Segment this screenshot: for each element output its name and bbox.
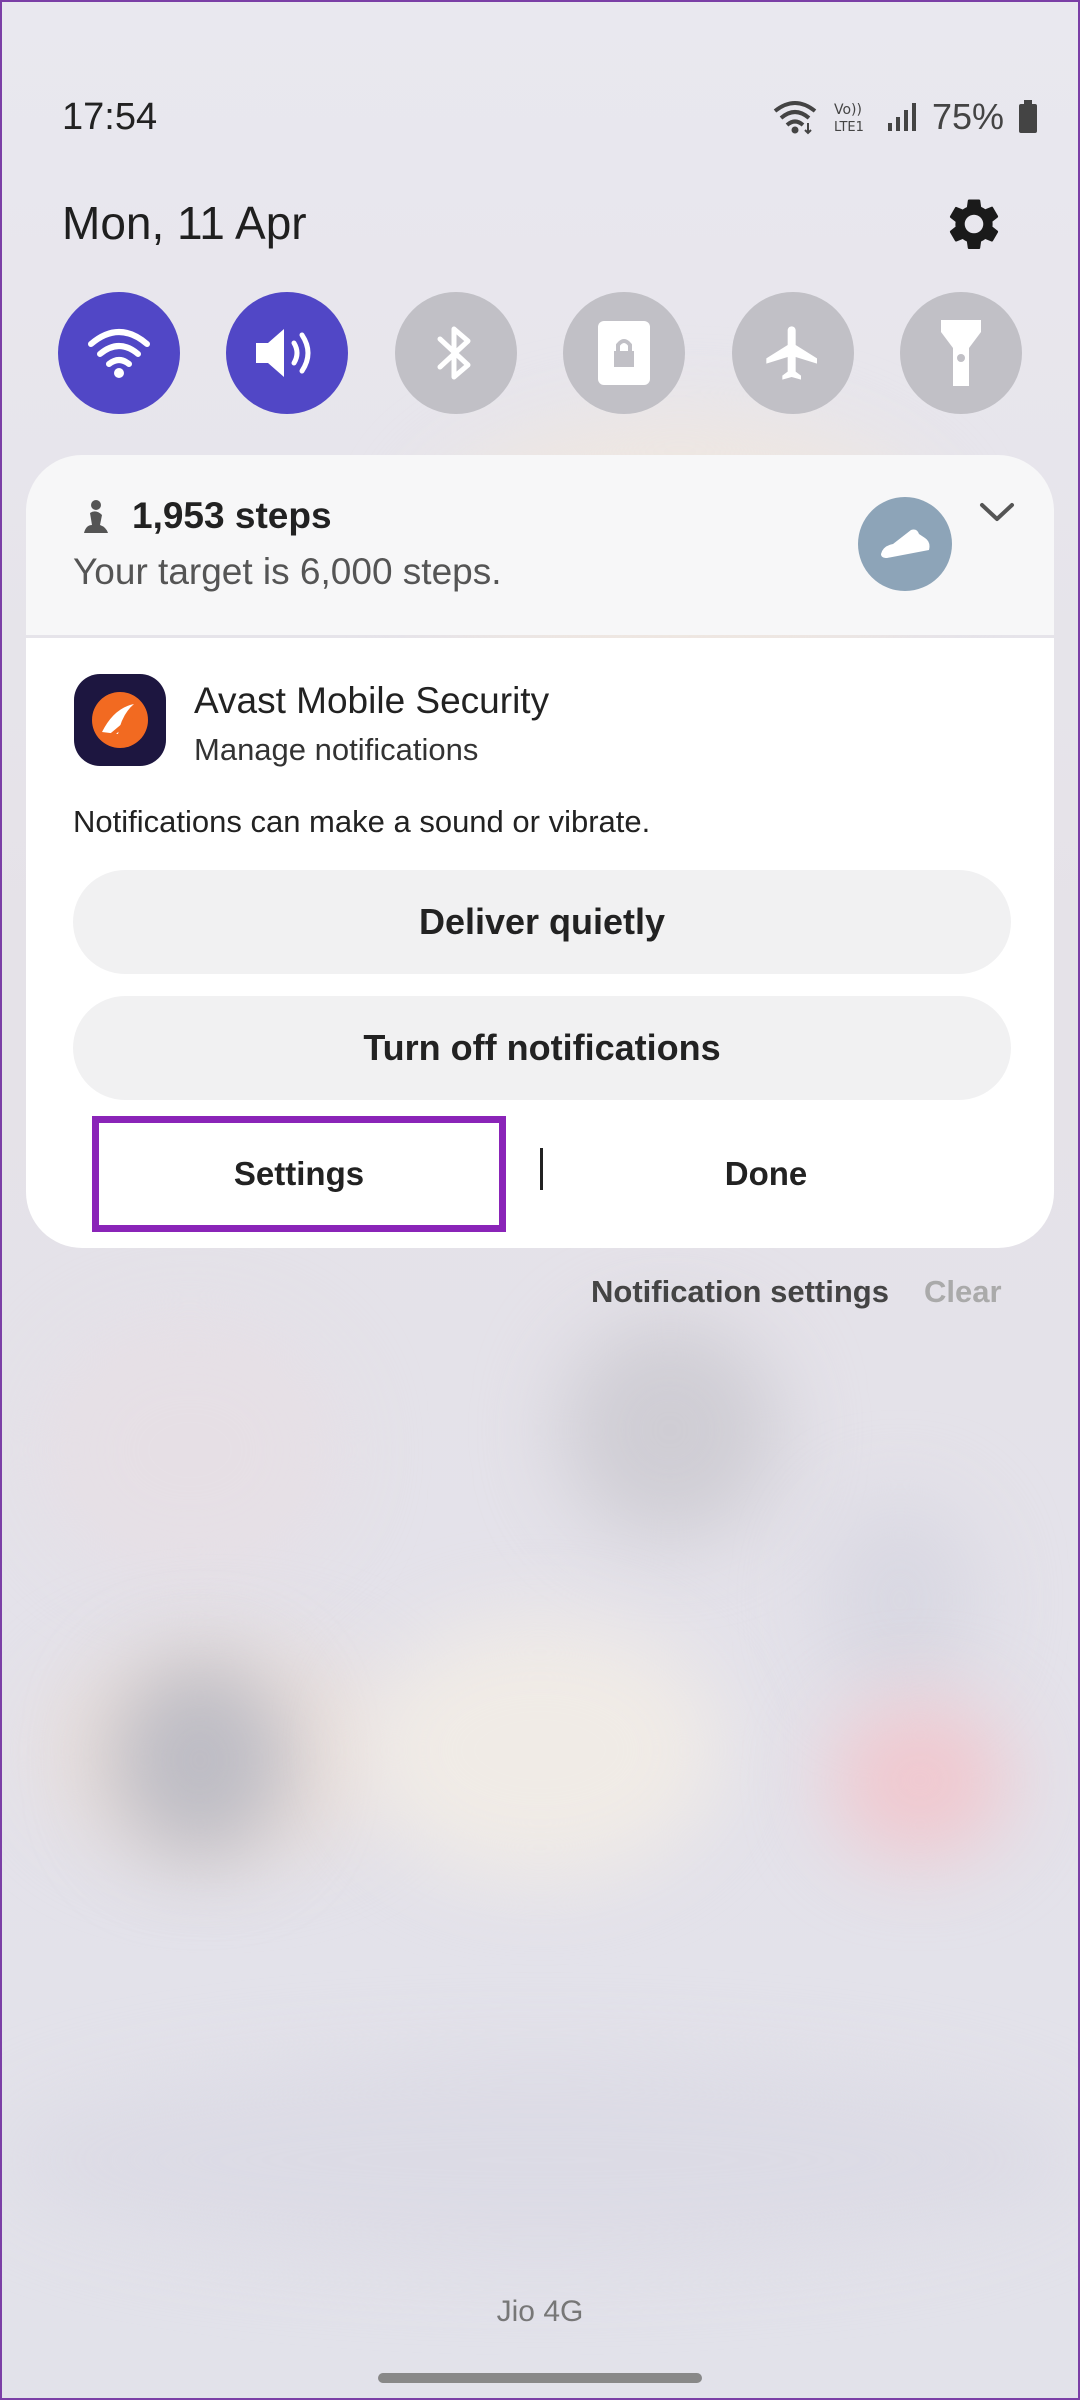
wifi-toggle[interactable] [58,292,180,414]
notification-settings-link[interactable]: Notification settings [591,1274,889,1310]
chevron-down-icon[interactable] [976,497,1018,527]
app-notification-controls: Avast Mobile Security Manage notificatio… [26,638,1054,1248]
wifi-signal-icon [773,101,817,135]
settings-gear-icon[interactable] [943,193,1005,255]
deliver-quietly-button[interactable]: Deliver quietly [73,870,1011,974]
manage-notifications-label: Manage notifications [194,732,479,767]
shoe-button[interactable] [858,497,952,591]
notification-description: Notifications can make a sound or vibrat… [73,804,651,839]
battery-percent: 75% [931,96,1004,137]
volte-icon: Vo)) LTE1 [834,102,864,135]
text-cursor-divider [540,1148,543,1190]
wifi-icon [88,329,150,378]
flashlight-icon [940,320,981,386]
shoe-icon [881,529,930,558]
battery-icon [1019,100,1037,133]
home-gesture-bar[interactable] [378,2373,702,2383]
flashlight-toggle[interactable] [899,292,1022,414]
svg-text:LTE1: LTE1 [834,120,864,135]
speaker-icon [256,329,311,377]
svg-text:Vo)): Vo)) [834,102,862,118]
steps-notification[interactable]: 1,953 steps Your target is 6,000 steps. [26,455,1054,635]
airplane-icon [765,326,817,380]
screen-lock-toggle[interactable] [563,292,686,414]
sound-toggle[interactable] [226,292,349,414]
steps-count: 1,953 steps [132,495,332,536]
avast-app-icon [74,674,166,766]
cell-signal-icon [887,103,916,131]
walking-person-icon [84,500,108,533]
clock: 17:54 [62,96,158,138]
lock-icon [598,321,651,385]
date-label: Mon, 11 Apr [62,197,307,249]
avast-logo-icon [92,692,148,748]
bluetooth-icon [437,326,471,380]
steps-target: Your target is 6,000 steps. [73,551,502,592]
clear-button[interactable]: Clear [924,1274,1002,1310]
quick-settings-row [58,292,1022,414]
settings-button[interactable]: Settings [92,1116,506,1232]
done-button[interactable]: Done [556,1116,976,1232]
bluetooth-toggle[interactable] [394,292,517,414]
status-icons: Vo)) LTE1 75% [772,96,1038,138]
carrier-label: Jio 4G [496,2295,584,2328]
turn-off-notifications-button[interactable]: Turn off notifications [73,996,1011,1100]
app-name: Avast Mobile Security [194,680,550,721]
airplane-toggle[interactable] [731,292,854,414]
